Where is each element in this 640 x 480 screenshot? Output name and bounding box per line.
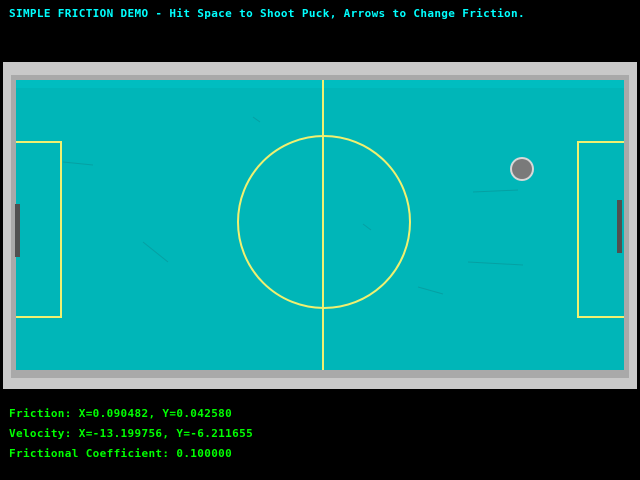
instructions-title: SIMPLE FRICTION DEMO - Hit Space to Shoo… [9, 7, 525, 20]
game-screen[interactable]: SIMPLE FRICTION DEMO - Hit Space to Shoo… [0, 0, 640, 480]
table-svg [3, 62, 637, 389]
velocity-readout: Velocity: X=-13.199756, Y=-6.211655 [9, 427, 254, 440]
friction-readout: Friction: X=0.090482, Y=0.042580 [9, 407, 233, 420]
ice-sheen [16, 80, 624, 88]
ice-surface [16, 80, 624, 370]
puck-icon[interactable] [510, 157, 534, 181]
goal-right-icon [617, 200, 622, 253]
hockey-table [3, 62, 637, 389]
goal-left-icon [15, 204, 20, 257]
friction-coefficient-readout: Frictional Coefficient: 0.100000 [9, 447, 233, 460]
